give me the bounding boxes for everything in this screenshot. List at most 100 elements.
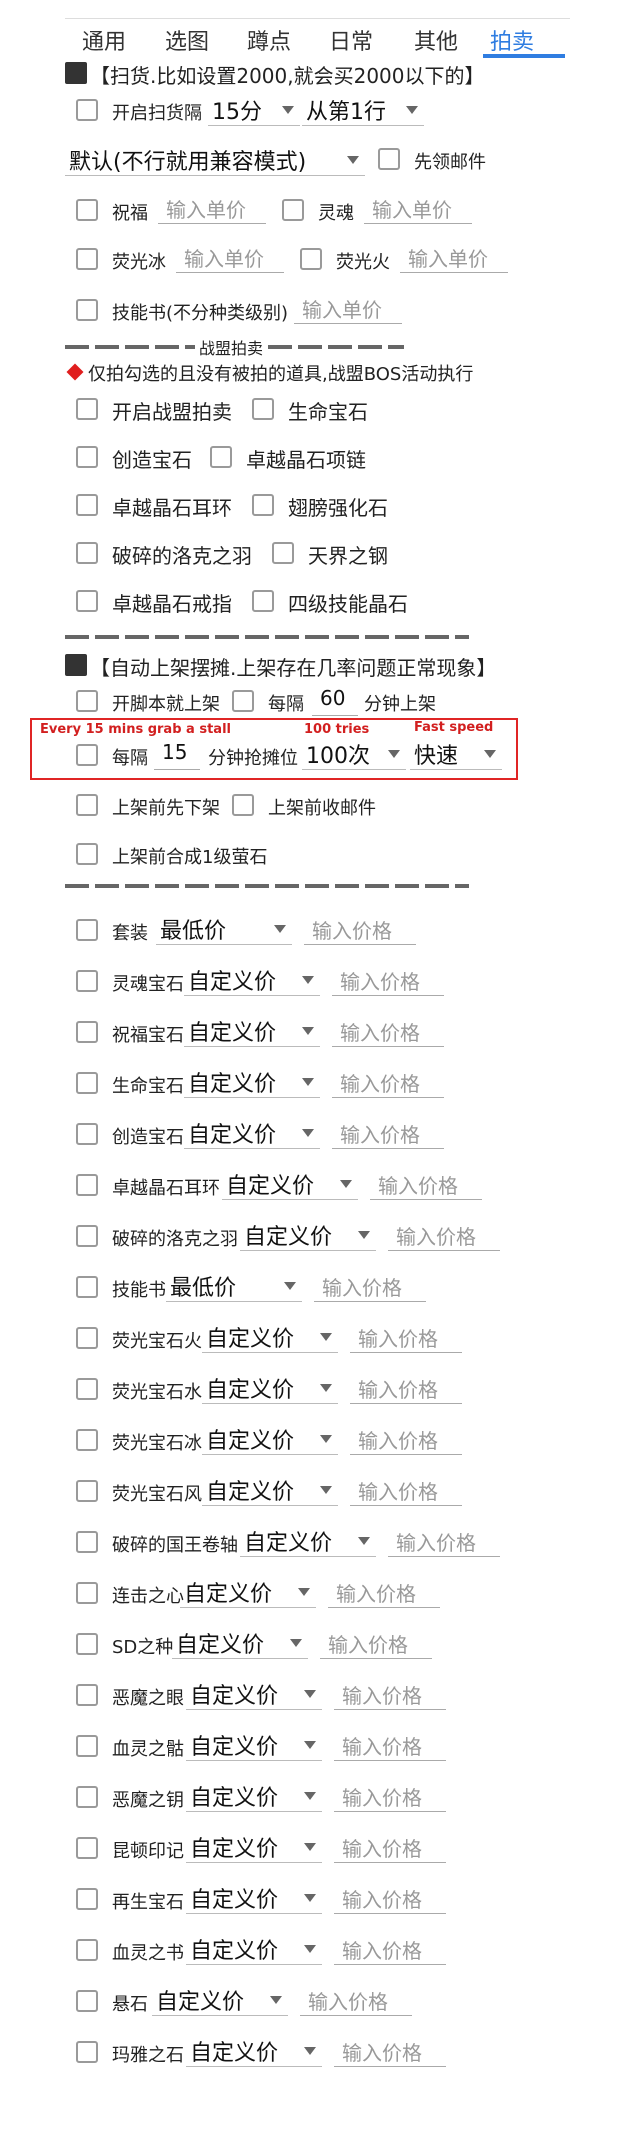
grab-interval-input[interactable]: 15 — [154, 738, 200, 770]
price-item-1-price-input[interactable]: 输入价格 — [332, 964, 444, 996]
sweep-skillbook-price-input[interactable]: 输入单价 — [294, 292, 402, 324]
sweep-soul-checkbox[interactable] — [282, 199, 304, 221]
tab-auction[interactable]: 拍卖 — [490, 24, 534, 56]
alliance-necklace-checkbox[interactable] — [210, 446, 232, 468]
sweep-enable-checkbox[interactable] — [76, 99, 98, 121]
alliance-ring-checkbox[interactable] — [76, 590, 98, 612]
price-item-0-price-input[interactable]: 输入价格 — [304, 913, 416, 945]
price-item-14-price-type-dropdown[interactable]: 自定义价 — [172, 1627, 308, 1659]
price-item-11-checkbox[interactable] — [76, 1480, 98, 1502]
price-item-20-checkbox[interactable] — [76, 1939, 98, 1961]
mail-first-checkbox[interactable] — [378, 148, 400, 170]
price-item-11-price-input[interactable]: 输入价格 — [350, 1474, 462, 1506]
sweep-mode-dropdown[interactable]: 默认(不行就用兼容模式) — [65, 144, 365, 176]
alliance-life-gem-checkbox[interactable] — [252, 398, 274, 420]
price-item-15-price-type-dropdown[interactable]: 自定义价 — [186, 1678, 322, 1710]
alliance-steel-checkbox[interactable] — [272, 542, 294, 564]
price-item-12-price-type-dropdown[interactable]: 自定义价 — [240, 1525, 376, 1557]
price-item-1-price-type-dropdown[interactable]: 自定义价 — [184, 964, 320, 996]
price-item-11-price-type-dropdown[interactable]: 自定义价 — [202, 1474, 338, 1506]
price-item-18-checkbox[interactable] — [76, 1837, 98, 1859]
price-item-5-checkbox[interactable] — [76, 1174, 98, 1196]
alliance-wing-stone-checkbox[interactable] — [252, 494, 274, 516]
price-item-5-price-input[interactable]: 输入价格 — [370, 1168, 482, 1200]
list-on-start-checkbox[interactable] — [76, 690, 98, 712]
price-item-9-checkbox[interactable] — [76, 1378, 98, 1400]
price-item-0-price-type-dropdown[interactable]: 最低价 — [156, 913, 292, 945]
tab-camping[interactable]: 蹲点 — [247, 24, 291, 56]
price-item-19-price-input[interactable]: 输入价格 — [334, 1882, 446, 1914]
sweep-soul-price-input[interactable]: 输入单价 — [364, 192, 472, 224]
price-item-7-checkbox[interactable] — [76, 1276, 98, 1298]
price-item-1-checkbox[interactable] — [76, 970, 98, 992]
grab-speed-dropdown[interactable]: 快速 — [410, 738, 502, 770]
price-item-13-price-input[interactable]: 输入价格 — [328, 1576, 440, 1608]
price-item-17-checkbox[interactable] — [76, 1786, 98, 1808]
price-item-4-checkbox[interactable] — [76, 1123, 98, 1145]
price-item-3-checkbox[interactable] — [76, 1072, 98, 1094]
price-item-19-checkbox[interactable] — [76, 1888, 98, 1910]
price-item-15-price-input[interactable]: 输入价格 — [334, 1678, 446, 1710]
tab-general[interactable]: 通用 — [82, 24, 126, 56]
sweep-skillbook-checkbox[interactable] — [76, 299, 98, 321]
alliance-enable-checkbox[interactable] — [76, 398, 98, 420]
price-item-18-price-input[interactable]: 输入价格 — [334, 1831, 446, 1863]
price-item-22-checkbox[interactable] — [76, 2041, 98, 2063]
price-item-16-price-type-dropdown[interactable]: 自定义价 — [186, 1729, 322, 1761]
price-item-16-price-input[interactable]: 输入价格 — [334, 1729, 446, 1761]
price-item-4-price-type-dropdown[interactable]: 自定义价 — [184, 1117, 320, 1149]
sweep-fluorite-fire-price-input[interactable]: 输入单价 — [400, 241, 508, 273]
price-item-17-price-type-dropdown[interactable]: 自定义价 — [186, 1780, 322, 1812]
price-item-21-price-type-dropdown[interactable]: 自定义价 — [152, 1984, 288, 2016]
list-interval-input[interactable]: 60 — [312, 684, 358, 716]
tab-map-select[interactable]: 选图 — [165, 24, 209, 56]
price-item-8-checkbox[interactable] — [76, 1327, 98, 1349]
price-item-6-price-input[interactable]: 输入价格 — [388, 1219, 500, 1251]
price-item-10-price-input[interactable]: 输入价格 — [350, 1423, 462, 1455]
sweep-blessing-checkbox[interactable] — [76, 199, 98, 221]
sweep-fluorite-ice-checkbox[interactable] — [76, 248, 98, 270]
price-item-9-price-input[interactable]: 输入价格 — [350, 1372, 462, 1404]
price-item-19-price-type-dropdown[interactable]: 自定义价 — [186, 1882, 322, 1914]
price-item-21-price-input[interactable]: 输入价格 — [300, 1984, 412, 2016]
alliance-creation-gem-checkbox[interactable] — [76, 446, 98, 468]
price-item-3-price-input[interactable]: 输入价格 — [332, 1066, 444, 1098]
price-item-12-checkbox[interactable] — [76, 1531, 98, 1553]
price-item-13-checkbox[interactable] — [76, 1582, 98, 1604]
price-item-2-price-type-dropdown[interactable]: 自定义价 — [184, 1015, 320, 1047]
price-item-18-price-type-dropdown[interactable]: 自定义价 — [186, 1831, 322, 1863]
price-item-6-price-type-dropdown[interactable]: 自定义价 — [240, 1219, 376, 1251]
price-item-9-price-type-dropdown[interactable]: 自定义价 — [202, 1372, 338, 1404]
price-item-8-price-type-dropdown[interactable]: 自定义价 — [202, 1321, 338, 1353]
price-item-10-checkbox[interactable] — [76, 1429, 98, 1451]
price-item-4-price-input[interactable]: 输入价格 — [332, 1117, 444, 1149]
grab-stall-checkbox[interactable] — [76, 744, 98, 766]
alliance-skill-crystal-checkbox[interactable] — [252, 590, 274, 612]
price-item-14-price-input[interactable]: 输入价格 — [320, 1627, 432, 1659]
price-item-7-price-type-dropdown[interactable]: 最低价 — [166, 1270, 302, 1302]
price-item-21-checkbox[interactable] — [76, 1990, 98, 2012]
price-item-12-price-input[interactable]: 输入价格 — [388, 1525, 500, 1557]
price-item-13-price-type-dropdown[interactable]: 自定义价 — [180, 1576, 316, 1608]
price-item-20-price-input[interactable]: 输入价格 — [334, 1933, 446, 1965]
tab-other[interactable]: 其他 — [414, 24, 458, 56]
price-item-3-price-type-dropdown[interactable]: 自定义价 — [184, 1066, 320, 1098]
price-item-22-price-input[interactable]: 输入价格 — [334, 2035, 446, 2067]
price-item-2-price-input[interactable]: 输入价格 — [332, 1015, 444, 1047]
list-interval-checkbox[interactable] — [232, 690, 254, 712]
price-item-8-price-input[interactable]: 输入价格 — [350, 1321, 462, 1353]
sweep-row-dropdown[interactable]: 从第1行 — [302, 94, 424, 126]
price-item-5-price-type-dropdown[interactable]: 自定义价 — [222, 1168, 358, 1200]
collect-mail-checkbox[interactable] — [232, 794, 254, 816]
tab-daily[interactable]: 日常 — [329, 24, 373, 56]
sweep-blessing-price-input[interactable]: 输入单价 — [158, 192, 266, 224]
price-item-17-price-input[interactable]: 输入价格 — [334, 1780, 446, 1812]
price-item-7-price-input[interactable]: 输入价格 — [314, 1270, 426, 1302]
unlist-first-checkbox[interactable] — [76, 794, 98, 816]
sweep-interval-dropdown[interactable]: 15分 — [208, 94, 300, 126]
price-item-14-checkbox[interactable] — [76, 1633, 98, 1655]
price-item-2-checkbox[interactable] — [76, 1021, 98, 1043]
price-item-6-checkbox[interactable] — [76, 1225, 98, 1247]
price-item-0-checkbox[interactable] — [76, 919, 98, 941]
grab-tries-dropdown[interactable]: 100次 — [302, 738, 406, 770]
